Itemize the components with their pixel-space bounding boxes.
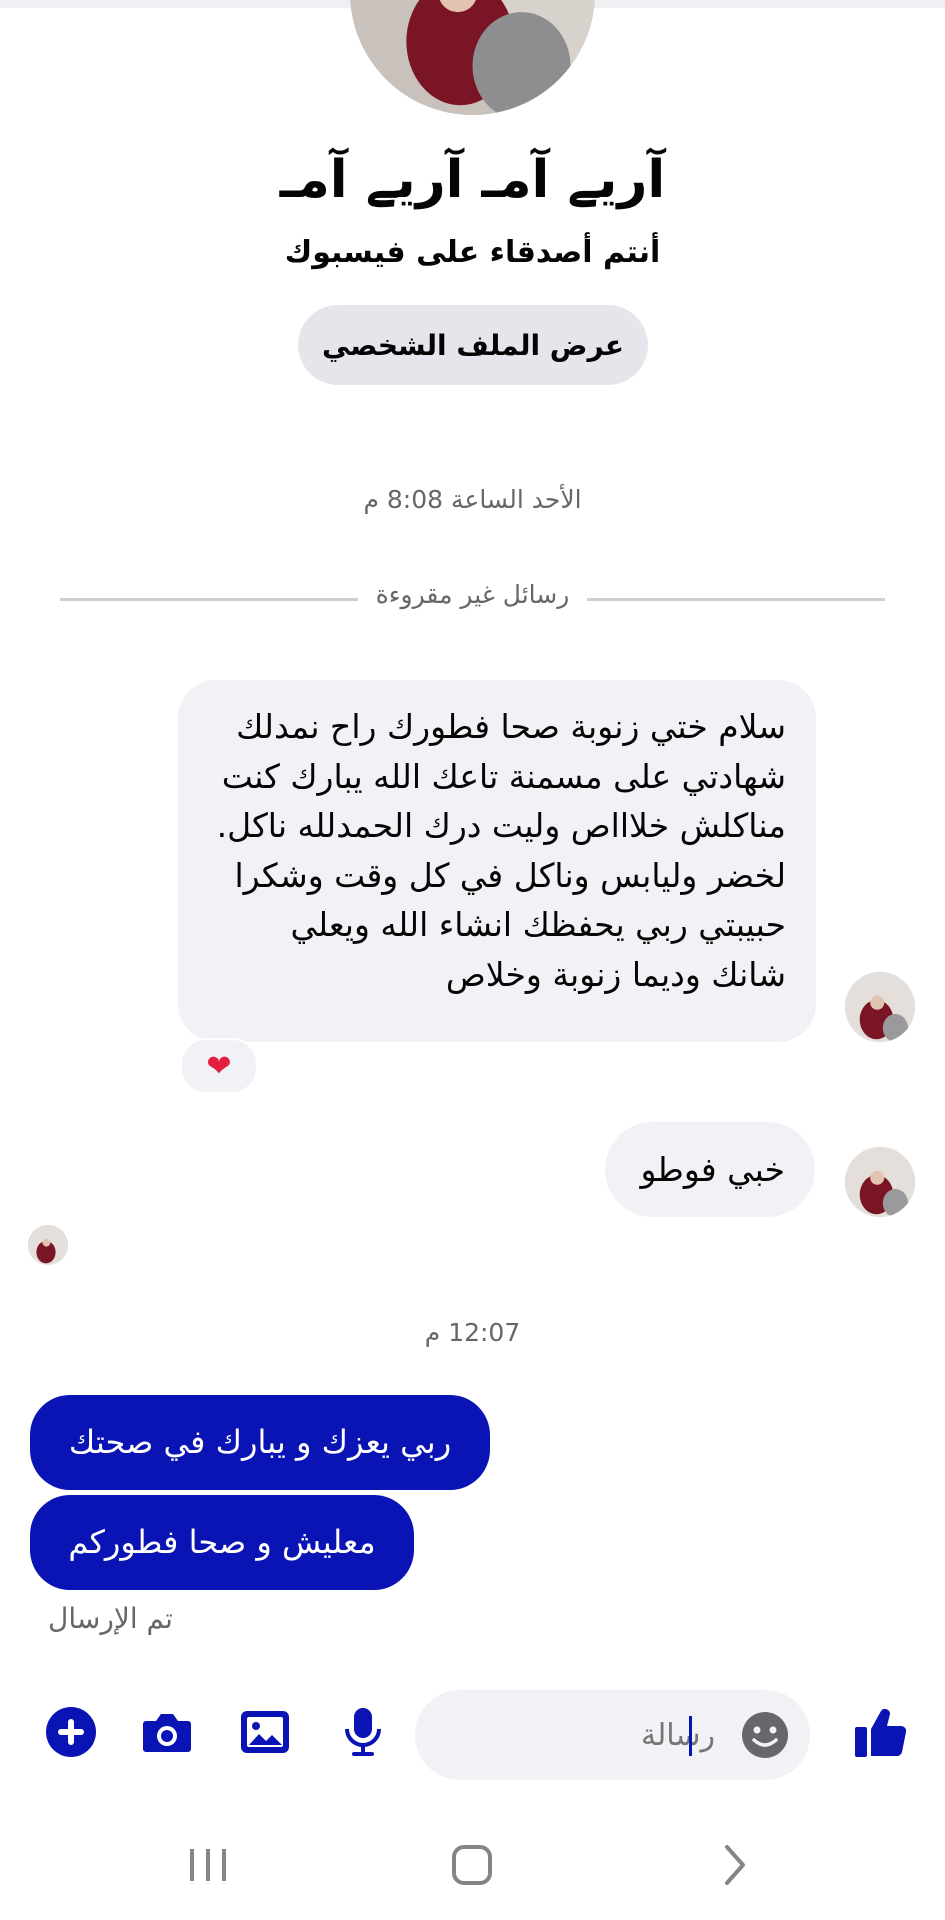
sender-avatar[interactable]	[845, 972, 915, 1042]
message-line: لخضر وليابس وناكل في كل وقت وشكرا	[234, 855, 786, 895]
message-line: شهادتي على مسمنة تاعك الله يبارك كنت	[221, 756, 786, 796]
incoming-message-bubble[interactable]: خبي فوطو	[605, 1122, 815, 1217]
profile-avatar[interactable]	[350, 0, 595, 115]
seen-indicator-avatar	[28, 1225, 68, 1265]
message-composer[interactable]	[415, 1690, 810, 1780]
profile-name: آريے آمـ آريے آمـ	[279, 150, 666, 210]
message-timestamp: 12:07 م	[424, 1318, 521, 1347]
home-icon[interactable]	[442, 1835, 502, 1895]
message-timestamp: الأحد الساعة 8:08 م	[363, 485, 582, 514]
sender-photo	[845, 1147, 915, 1217]
emoji-icon[interactable]	[740, 1710, 790, 1760]
seen-photo	[28, 1225, 68, 1265]
sent-status: تم الإرسال	[48, 1602, 173, 1635]
back-icon[interactable]	[705, 1835, 765, 1895]
sender-avatar[interactable]	[845, 1147, 915, 1217]
message-input[interactable]	[475, 1690, 715, 1780]
recents-icon[interactable]	[178, 1835, 238, 1895]
plus-icon[interactable]	[44, 1705, 98, 1759]
message-line: سلام ختي زنوبة صحا فطورك راح نمدلك	[236, 707, 786, 746]
view-profile-button[interactable]: عرض الملف الشخصي	[298, 305, 648, 385]
text-caret	[689, 1716, 692, 1756]
sender-photo	[845, 972, 915, 1042]
message-line: مناكلش خلاااص وليت درك الحمدلله ناكل.	[216, 806, 786, 845]
message-line: حبيبتي ربي يحفظك انشاء الله ويعلي	[290, 905, 786, 944]
unread-divider: رسائل غير مقروءة	[60, 580, 885, 620]
friendship-status: أنتم أصدقاء على فيسبوك	[284, 235, 661, 270]
thumbs-up-icon[interactable]	[852, 1703, 910, 1761]
microphone-icon[interactable]	[336, 1705, 390, 1759]
heart-reaction[interactable]: ❤	[180, 1038, 258, 1094]
message-line: شانك وديما زنوبة وخلاص	[445, 954, 786, 994]
camera-icon[interactable]	[140, 1705, 194, 1759]
outgoing-message-bubble[interactable]: معليش و صحا فطوركم	[30, 1495, 414, 1590]
profile-photo	[350, 0, 595, 115]
incoming-message-bubble[interactable]: سلام ختي زنوبة صحا فطورك راح نمدلك شهادت…	[178, 680, 816, 1042]
outgoing-message-bubble[interactable]: ربي يعزك و يبارك في صحتك	[30, 1395, 490, 1490]
image-icon[interactable]	[238, 1705, 292, 1759]
unread-divider-label: رسائل غير مقروءة	[375, 580, 570, 609]
